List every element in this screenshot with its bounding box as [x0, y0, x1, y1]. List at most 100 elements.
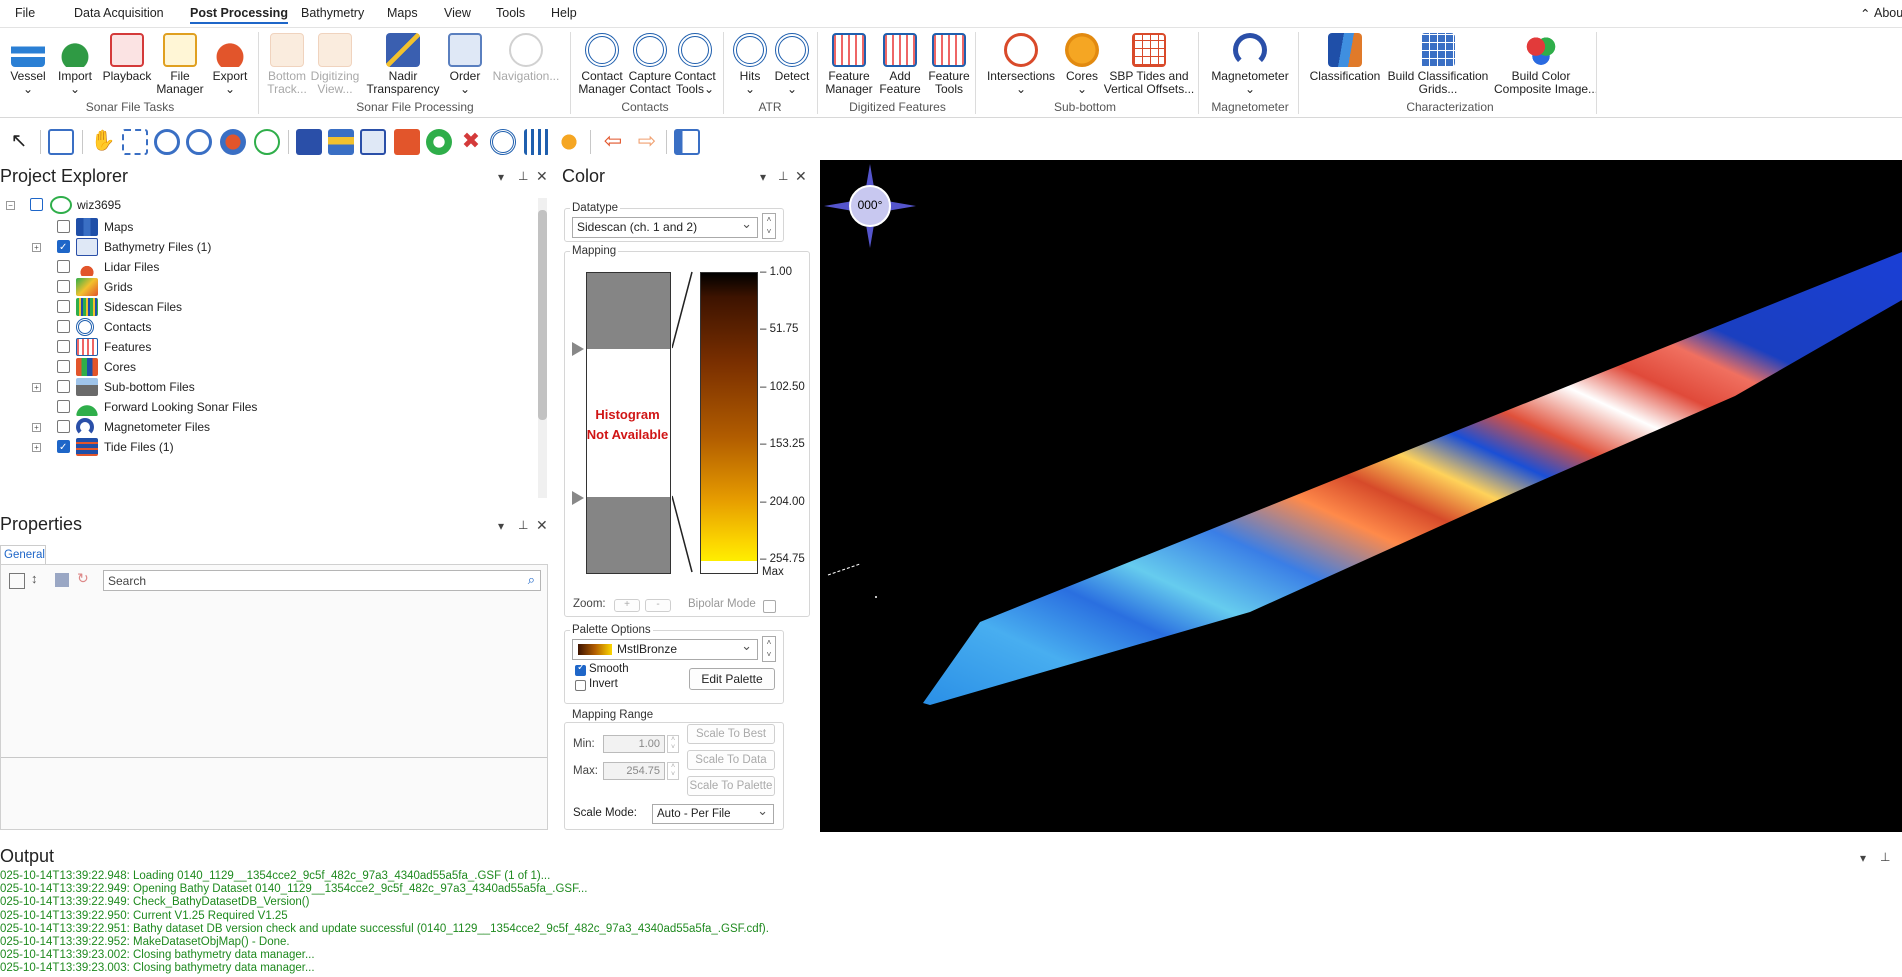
magnetometer-button[interactable]: Magnetometer ⌄	[1210, 33, 1290, 96]
layout-tool-icon[interactable]	[674, 129, 700, 155]
tree-root[interactable]: − wiz3695	[4, 194, 304, 217]
palette-spinner[interactable]: ˄ ˅	[762, 636, 776, 662]
max-input[interactable]: 254.75	[603, 762, 665, 780]
pin-icon[interactable]: ⊥	[778, 169, 788, 183]
panel-menu-icon[interactable]: ▾	[1860, 851, 1866, 865]
tree-scrollbar[interactable]	[538, 198, 547, 498]
pin-icon[interactable]: ⊥	[1880, 850, 1890, 864]
search-input[interactable]: Search	[108, 574, 146, 588]
collapse-icon[interactable]: −	[6, 201, 15, 210]
intersections-button[interactable]: Intersections ⌄	[983, 33, 1059, 96]
menu-maps[interactable]: Maps	[387, 6, 418, 20]
tree-item[interactable]: + Tide Files (1)	[0, 436, 530, 459]
info-tool-icon[interactable]	[394, 129, 420, 155]
expand-icon[interactable]: +	[32, 383, 41, 392]
forward-arrow-icon[interactable]: ⇨	[634, 129, 660, 155]
menu-view[interactable]: View	[444, 6, 471, 20]
panel-menu-icon[interactable]: ▾	[498, 170, 504, 184]
refresh-tool-icon[interactable]	[426, 129, 452, 155]
feature-tools-button[interactable]: Feature Tools	[919, 33, 979, 96]
tree-item[interactable]: Sidescan Files	[0, 296, 530, 318]
zoom-out-button[interactable]: -	[645, 599, 671, 612]
upper-handle-icon[interactable]	[572, 491, 584, 505]
zoom-extent-icon[interactable]	[220, 129, 246, 155]
pin-icon[interactable]: ⊥	[518, 518, 528, 532]
tree-item-checkbox[interactable]	[57, 437, 70, 459]
sort-alpha-icon[interactable]: ↕	[31, 571, 38, 586]
tree-item[interactable]: Contacts	[0, 316, 530, 338]
tree-item-checkbox[interactable]	[57, 220, 70, 233]
map-viewport[interactable]: 000°	[820, 160, 1902, 832]
close-icon[interactable]: ✕	[795, 168, 807, 185]
scale-mode-select[interactable]: Auto - Per File	[652, 801, 774, 824]
center-icon[interactable]	[254, 129, 280, 155]
nadir-transparency-button[interactable]: Nadir Transparency	[364, 33, 442, 96]
contact-tool-icon[interactable]	[490, 129, 516, 155]
tree-item-checkbox[interactable]	[57, 320, 70, 333]
tree-item[interactable]: Lidar Files	[0, 256, 530, 278]
datatype-select[interactable]: Sidescan (ch. 1 and 2)	[572, 214, 758, 238]
refresh-icon[interactable]: ↻	[77, 570, 89, 587]
menu-data-acquisition[interactable]: Data Acquisition	[74, 6, 164, 20]
tree-item-checkbox[interactable]	[57, 360, 70, 373]
expand-icon[interactable]: +	[32, 423, 41, 432]
screenshot-tool-icon[interactable]	[48, 129, 74, 155]
delete-tool-icon[interactable]: ✖	[458, 129, 484, 155]
expand-icon[interactable]: +	[32, 443, 41, 452]
invert-checkbox[interactable]	[575, 680, 586, 691]
max-spinner[interactable]: ˄ ˅	[667, 762, 679, 780]
tree-item-checkbox[interactable]	[57, 300, 70, 313]
build-color-composite-button[interactable]: Build Color Composite Image...	[1494, 33, 1598, 96]
datatype-spinner[interactable]: ˄ ˅	[762, 213, 776, 239]
tree-item-checkbox[interactable]	[57, 340, 70, 353]
contact-tools-button[interactable]: Contact Tools⌄	[665, 33, 725, 96]
pin-icon[interactable]: ⊥	[518, 169, 528, 183]
zoom-out-icon[interactable]	[186, 129, 212, 155]
edit-palette-button[interactable]: Edit Palette	[689, 668, 775, 690]
tree-item-checkbox[interactable]	[57, 420, 70, 433]
menu-file[interactable]: File	[15, 6, 35, 20]
tree-scrollbar-thumb[interactable]	[538, 210, 547, 420]
track-tool-icon[interactable]	[296, 129, 322, 155]
zoom-box-icon[interactable]	[122, 129, 148, 155]
search-icon[interactable]: ⌕	[528, 572, 535, 588]
tree-item-checkbox[interactable]	[57, 400, 70, 413]
ribbon-collapse-icon[interactable]: ⌃	[1860, 6, 1870, 21]
export-button[interactable]: Export ⌄	[200, 33, 260, 96]
grid-tool-icon[interactable]	[524, 129, 550, 155]
sun-tool-icon[interactable]	[556, 129, 582, 155]
panel-menu-icon[interactable]: ▾	[760, 170, 766, 184]
digitizing-view-button[interactable]: Digitizing View...	[305, 33, 365, 96]
scale-to-data-button[interactable]: Scale To Data	[687, 750, 775, 770]
pointer-tool-icon[interactable]: ↖	[6, 129, 32, 155]
order-button[interactable]: Order ⌄	[435, 33, 495, 96]
menu-help[interactable]: Help	[551, 6, 577, 20]
close-icon[interactable]: ✕	[536, 517, 548, 534]
tree-item[interactable]: Cores	[0, 356, 530, 378]
import-button[interactable]: Import ⌄	[45, 33, 105, 96]
scale-to-best-button[interactable]: Scale To Best	[687, 724, 775, 744]
detect-button[interactable]: Detect ⌄	[762, 33, 822, 96]
classification-button[interactable]: Classification	[1308, 33, 1382, 83]
navigation-button[interactable]: Navigation...	[490, 33, 562, 83]
tree-item[interactable]: Forward Looking Sonar Files	[0, 396, 530, 418]
smooth-checkbox[interactable]	[575, 662, 586, 676]
tree-item[interactable]: + Magnetometer Files	[0, 416, 530, 438]
tree-item-checkbox[interactable]	[57, 260, 70, 273]
pan-tool-icon[interactable]: ✋	[90, 129, 116, 155]
tree-item-checkbox[interactable]	[57, 380, 70, 393]
scale-to-palette-button[interactable]: Scale To Palette	[687, 776, 775, 796]
menu-about[interactable]: Abou	[1874, 6, 1902, 20]
properties-search[interactable]: Search ⌕	[103, 570, 541, 591]
tab-general[interactable]: General	[0, 545, 46, 564]
zoom-in-button[interactable]: +	[614, 599, 640, 612]
tree-item[interactable]: Maps	[0, 216, 530, 238]
sbp-tides-button[interactable]: SBP Tides and Vertical Offsets...	[1100, 33, 1198, 96]
tree-item-checkbox[interactable]	[57, 237, 70, 259]
expand-icon[interactable]: +	[32, 243, 41, 252]
panel-menu-icon[interactable]: ▾	[498, 519, 504, 533]
tree-item-checkbox[interactable]	[57, 280, 70, 293]
close-icon[interactable]: ✕	[536, 168, 548, 185]
tree-item[interactable]: Grids	[0, 276, 530, 298]
output-log[interactable]: 025-10-14T13:39:22.948: Loading 0140_112…	[0, 870, 1902, 977]
